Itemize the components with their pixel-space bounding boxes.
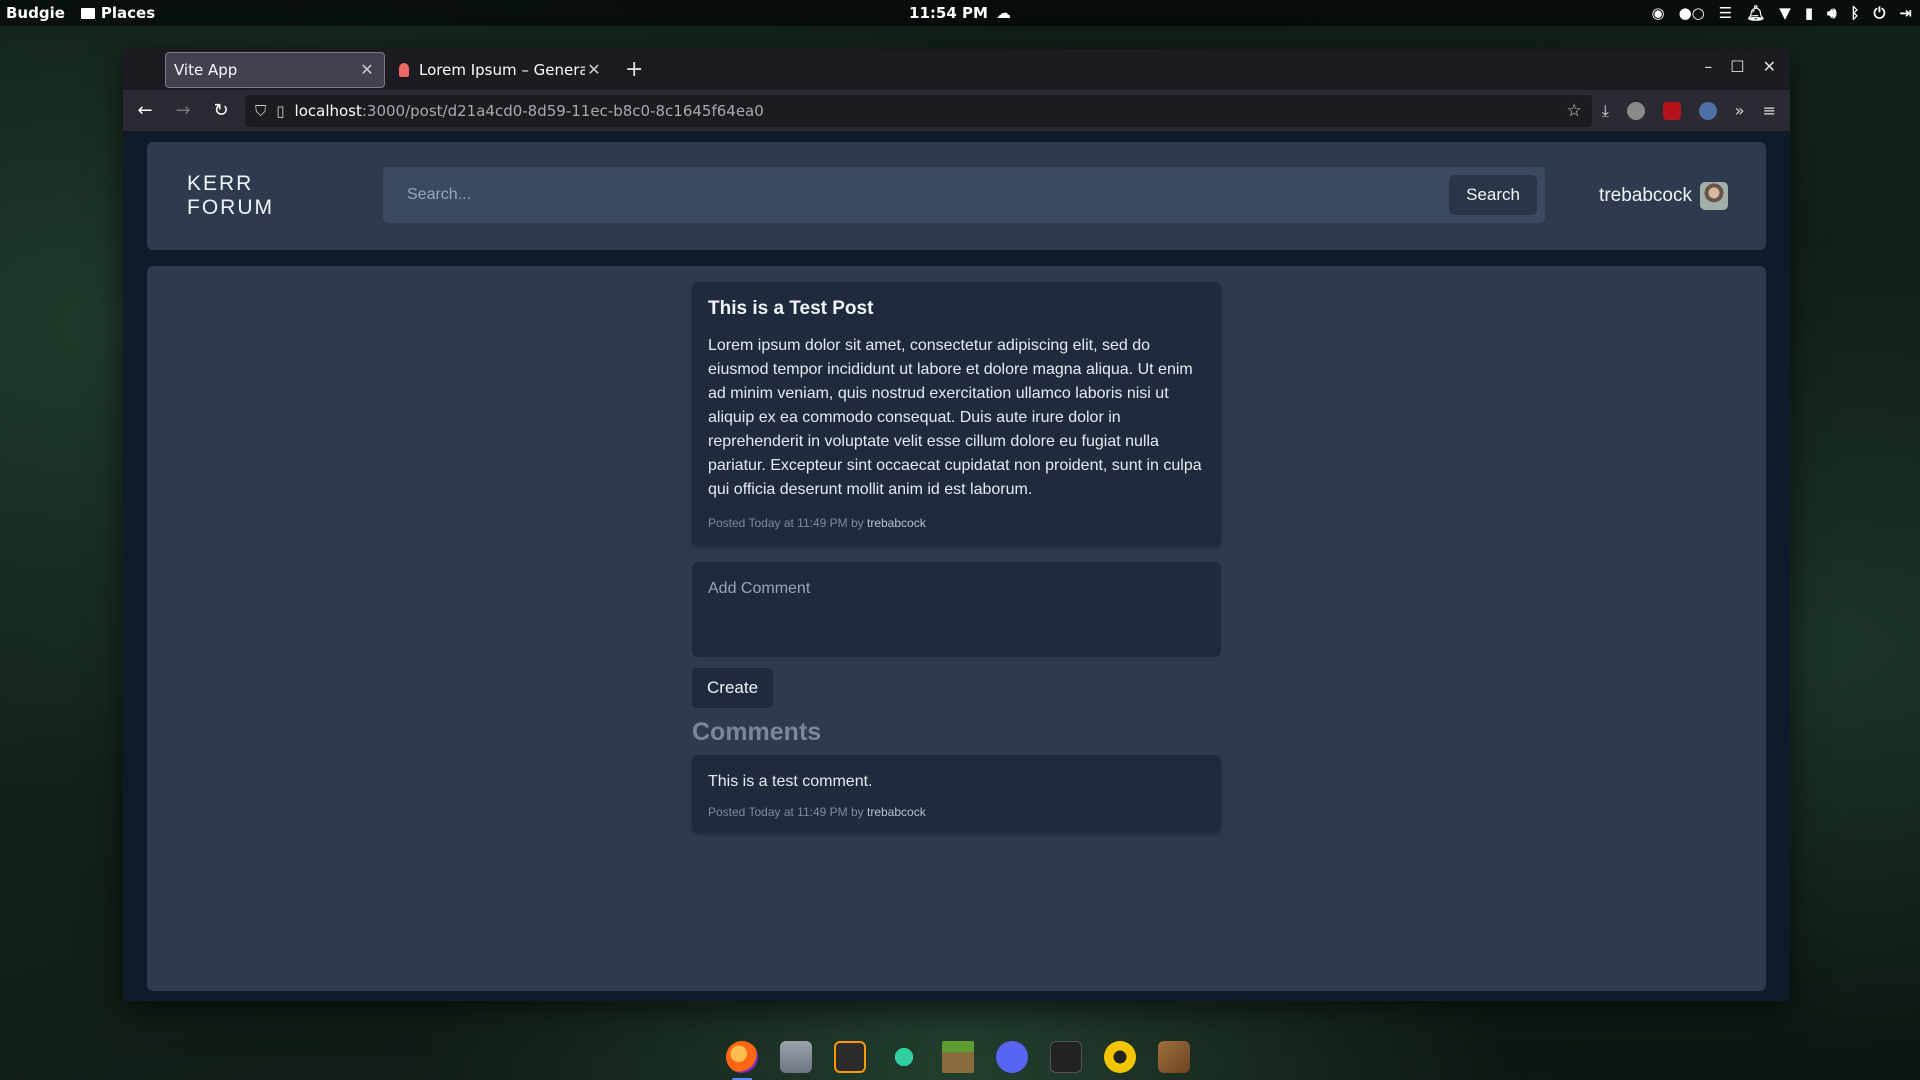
add-comment-field[interactable] xyxy=(692,562,1221,657)
comment-meta-text: Posted Today at 11:49 PM by xyxy=(708,805,864,819)
site-brand[interactable]: KERR FORUM xyxy=(187,172,347,220)
url-path: :3000/post/d21a4cd0-8d59-11ec-b8c0-8c164… xyxy=(361,101,764,120)
navigation-toolbar: ← → ↻ ⛉ ▯ localhost:3000/post/d21a4cd0-8… xyxy=(123,90,1790,131)
battery-icon[interactable]: ▮ xyxy=(1805,4,1813,22)
post-meta-text: Posted Today at 11:49 PM by xyxy=(708,516,864,530)
main-content: This is a Test Post Lorem ipsum dolor si… xyxy=(147,266,1766,991)
post-author-link[interactable]: trebabcock xyxy=(867,516,926,530)
browser-window: Vite App ✕ Lorem Ipsum – Generat ✕ + – ☐… xyxy=(123,49,1790,1001)
clock-time: 11:54 PM xyxy=(909,4,988,22)
comments-heading: Comments xyxy=(692,718,822,746)
comment-author-link[interactable]: trebabcock xyxy=(867,805,926,819)
comment-text: This is a test comment. xyxy=(708,773,873,790)
close-tab-icon[interactable]: ✕ xyxy=(358,60,376,79)
tab-title: Lorem Ipsum – Generat xyxy=(419,60,585,79)
post-column: This is a Test Post Lorem ipsum dolor si… xyxy=(692,282,1221,833)
places-menu-button[interactable]: Places xyxy=(80,4,156,22)
new-tab-button[interactable]: + xyxy=(625,57,643,82)
tab-vite-app[interactable]: Vite App ✕ xyxy=(165,51,385,88)
close-window-icon[interactable]: ✕ xyxy=(1763,57,1776,76)
page-viewport: KERR FORUM Search trebabcock This is a T… xyxy=(123,131,1790,1001)
dock xyxy=(718,1034,1198,1080)
tab-bar: Vite App ✕ Lorem Ipsum – Generat ✕ + – ☐… xyxy=(123,49,1790,90)
shield-icon[interactable]: ⛉ xyxy=(255,102,266,120)
search-bar: Search xyxy=(383,167,1545,223)
forward-button[interactable]: → xyxy=(169,100,197,121)
post-title: This is a Test Post xyxy=(708,298,874,319)
volume-icon[interactable]: 🔊︎ xyxy=(1827,4,1836,22)
firefox-icon[interactable] xyxy=(726,1041,758,1080)
cloud-icon: ☁ xyxy=(995,4,1011,22)
user-menu[interactable]: trebabcock xyxy=(1599,182,1728,210)
logout-icon[interactable]: ⇥ xyxy=(1899,4,1912,22)
post-meta: Posted Today at 11:49 PM by trebabcock xyxy=(708,516,1205,530)
tab-lorem-ipsum[interactable]: Lorem Ipsum – Generat ✕ xyxy=(391,52,611,88)
bookmark-star-icon[interactable]: ☆ xyxy=(1566,101,1581,121)
post-card: This is a Test Post Lorem ipsum dolor si… xyxy=(692,282,1221,546)
terminal-icon[interactable] xyxy=(1050,1041,1082,1073)
extension-glasses-icon[interactable] xyxy=(1698,101,1717,120)
files-icon[interactable] xyxy=(780,1041,812,1073)
budgie-menu-button[interactable]: Budgie xyxy=(6,4,65,22)
ublock-extension-icon[interactable] xyxy=(1662,101,1681,120)
sublime-icon[interactable] xyxy=(834,1041,866,1073)
minecraft-icon[interactable] xyxy=(942,1041,974,1073)
more-tools-icon[interactable]: » xyxy=(1735,101,1745,120)
workspace-indicator-icon[interactable]: ●○ xyxy=(1679,4,1705,22)
folder-icon xyxy=(80,8,95,19)
site-header: KERR FORUM Search trebabcock xyxy=(147,142,1766,250)
search-button[interactable]: Search xyxy=(1449,175,1537,215)
window-controls: – ☐ ✕ xyxy=(1704,57,1776,76)
places-label: Places xyxy=(100,4,156,22)
box-icon[interactable] xyxy=(1158,1041,1190,1073)
tab-title: Vite App xyxy=(174,60,238,79)
bluetooth-icon[interactable]: ᛒ xyxy=(1851,4,1860,22)
close-tab-icon[interactable]: ✕ xyxy=(585,60,603,79)
back-button[interactable]: ← xyxy=(131,100,159,121)
account-avatar-icon[interactable] xyxy=(1626,101,1645,120)
discord-tray-icon[interactable]: ◉ xyxy=(1651,4,1664,22)
discord-icon[interactable] xyxy=(996,1041,1028,1073)
url-bar[interactable]: ⛉ ▯ localhost:3000/post/d21a4cd0-8d59-11… xyxy=(245,94,1592,127)
budgie-icon[interactable] xyxy=(1104,1041,1136,1073)
system-top-panel: Budgie Places 11:54 PM ☁ ◉ ●○ ☰ 🔔︎ ▼ ▮ 🔊… xyxy=(0,0,1920,26)
power-icon[interactable]: ⏻ xyxy=(1874,4,1886,22)
search-input[interactable] xyxy=(383,167,1450,223)
clock[interactable]: 11:54 PM ☁ xyxy=(909,4,1011,22)
maximize-icon[interactable]: ☐ xyxy=(1730,57,1744,76)
comment-meta: Posted Today at 11:49 PM by trebabcock xyxy=(708,805,1205,819)
downloads-icon[interactable]: ⤓ xyxy=(1602,101,1609,121)
raven-menu-icon[interactable]: ☰ xyxy=(1719,4,1732,22)
lorem-ipsum-favicon-icon xyxy=(399,62,409,77)
notification-icon[interactable]: 🔔︎ xyxy=(1746,4,1765,22)
page-icon: ▯ xyxy=(276,101,285,120)
app-menu-icon[interactable]: ≡ xyxy=(1763,101,1776,120)
url-host: localhost xyxy=(294,101,362,120)
comment-card: This is a test comment. Posted Today at … xyxy=(692,755,1221,833)
post-body: Lorem ipsum dolor sit amet, consectetur … xyxy=(708,337,1202,498)
minimize-icon[interactable]: – xyxy=(1704,57,1712,76)
tool-icon[interactable] xyxy=(888,1041,920,1073)
username: trebabcock xyxy=(1599,185,1692,206)
reload-button[interactable]: ↻ xyxy=(207,100,235,121)
avatar xyxy=(1700,182,1728,210)
create-comment-button[interactable]: Create xyxy=(692,668,774,708)
wifi-icon[interactable]: ▼ xyxy=(1779,4,1791,22)
